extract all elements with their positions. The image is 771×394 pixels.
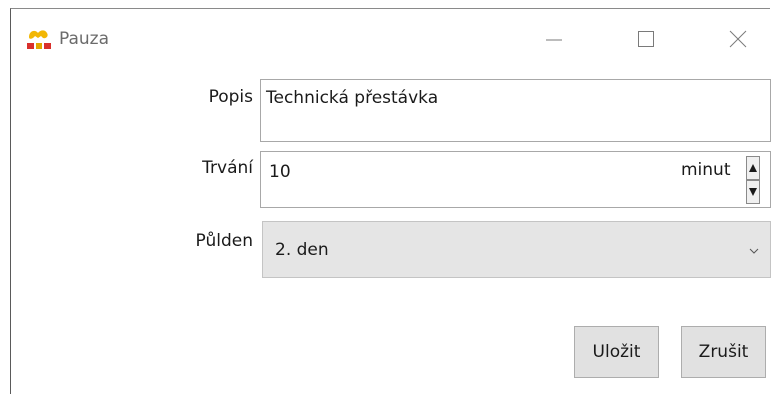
app-logo-icon [27,30,51,49]
up-arrow-icon [749,164,757,172]
halfday-select[interactable]: 2. den [262,221,771,278]
duration-up-button[interactable] [746,156,760,180]
duration-field[interactable]: 10 minut [260,151,771,208]
duration-unit: minut [681,160,731,180]
duration-down-button[interactable] [746,180,760,204]
chevron-down-icon [749,248,759,254]
duration-value: 10 [269,162,291,182]
title-bar: Pauza [11,9,771,63]
cancel-button[interactable]: Zrušit [681,326,766,378]
description-value: Technická přestávka [266,88,439,108]
window-title: Pauza [59,29,110,49]
maximize-button[interactable] [623,19,669,59]
duration-label: Trvání [202,158,253,178]
minimize-icon [546,39,562,41]
close-button[interactable] [715,19,761,59]
description-label: Popis [208,87,253,107]
halfday-selected-value: 2. den [275,240,329,260]
save-button[interactable]: Uložit [574,326,659,378]
description-field[interactable]: Technická přestávka [260,79,771,142]
down-arrow-icon [749,188,757,196]
minimize-button[interactable] [531,19,577,59]
maximize-icon [638,31,654,47]
close-icon [729,30,747,48]
pauza-dialog: Pauza Popis Technická přestávka Trvání 1… [10,8,771,394]
halfday-label: Půlden [195,231,253,251]
background-strip [0,0,771,8]
